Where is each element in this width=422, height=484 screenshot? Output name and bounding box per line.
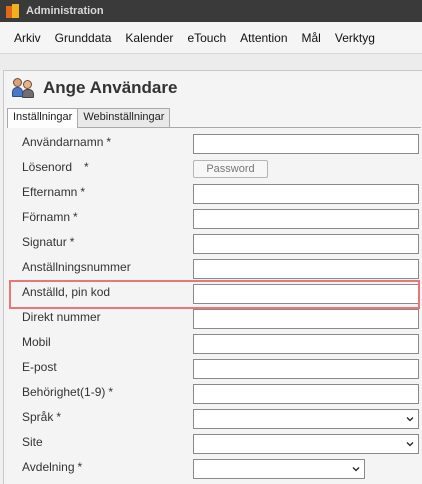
user-panel: Ange Användare Inställningar Webinställn… xyxy=(3,70,422,484)
form-row-behorighet: Behörighet(1-9) * xyxy=(7,382,422,407)
mobile-field[interactable] xyxy=(193,334,419,354)
form-row-anstallningsnummer: Anställningsnummer xyxy=(7,257,422,282)
site-select[interactable] xyxy=(193,434,419,454)
toolbar-area xyxy=(0,54,422,70)
form-row-mobil: Mobil xyxy=(7,332,422,357)
form-row-signatur: Signatur * xyxy=(7,232,422,257)
users-icon xyxy=(12,77,36,98)
field-label: Direkt nummer xyxy=(22,310,101,324)
app-logo-icon xyxy=(6,4,20,18)
form-row-epost: E-post xyxy=(7,357,422,382)
menu-item-verktyg[interactable]: Verktyg xyxy=(328,31,382,45)
field-label: Användarnamn * xyxy=(22,135,112,149)
username-field[interactable] xyxy=(193,134,419,154)
form-row-sprak: Språk * xyxy=(7,407,422,432)
field-label: E-post xyxy=(22,360,57,374)
form-row-anvandarnamn: Användarnamn * xyxy=(7,132,422,157)
email-field[interactable] xyxy=(193,359,419,379)
permission-level-field[interactable] xyxy=(193,384,419,404)
field-label: Språk * xyxy=(22,410,62,424)
menu-item-grunddata[interactable]: Grunddata xyxy=(48,31,119,45)
field-label: Behörighet(1-9) * xyxy=(22,385,114,399)
form-row-fornamn: Förnamn * xyxy=(7,207,422,232)
form-row-efternamn: Efternamn * xyxy=(7,182,422,207)
form-row-site: Site xyxy=(7,432,422,457)
field-label: Efternamn * xyxy=(22,185,86,199)
menu-item-attention[interactable]: Attention xyxy=(233,31,294,45)
field-label: Mobil xyxy=(22,335,51,349)
password-button[interactable]: Password xyxy=(193,160,268,178)
menu-item-etouch[interactable]: eTouch xyxy=(180,31,233,45)
last-name-field[interactable] xyxy=(193,184,419,204)
field-label: Lösenord * xyxy=(22,160,89,174)
employee-pin-field[interactable] xyxy=(193,284,419,304)
form-row-pin-kod: Anställd, pin kod xyxy=(7,282,422,307)
tab-content: Användarnamn * Lösenord * Password Efterna… xyxy=(7,127,421,484)
field-label: Anställningsnummer xyxy=(22,260,131,274)
first-name-field[interactable] xyxy=(193,209,419,229)
panel-title: Ange Användare xyxy=(43,77,178,97)
field-label: Anställd, pin kod xyxy=(22,285,111,299)
employee-number-field[interactable] xyxy=(193,259,419,279)
field-label: Site xyxy=(22,435,43,449)
form-row-losenord: Lösenord * Password xyxy=(7,157,422,182)
panel-header: Ange Användare xyxy=(4,71,422,104)
department-select[interactable] xyxy=(193,459,365,479)
tab-installningar[interactable]: Inställningar xyxy=(7,108,79,128)
field-label: Förnamn * xyxy=(22,210,78,224)
chevron-down-icon xyxy=(352,467,360,472)
window-title: Administration xyxy=(26,5,104,17)
menu-item-arkiv[interactable]: Arkiv xyxy=(7,31,48,45)
tab-strip: Inställningar Webinställningar xyxy=(7,108,171,128)
tab-webinstallningar[interactable]: Webinställningar xyxy=(77,108,171,127)
chevron-down-icon xyxy=(406,417,414,422)
menu-bar: Arkiv Grunddata Kalender eTouch Attentio… xyxy=(0,22,422,54)
form-row-avdelning: Avdelning * xyxy=(7,457,422,482)
direct-number-field[interactable] xyxy=(193,309,419,329)
signature-field[interactable] xyxy=(193,234,419,254)
form-row-direkt-nummer: Direkt nummer xyxy=(7,307,422,332)
field-label: Avdelning * xyxy=(22,460,83,474)
field-label: Signatur * xyxy=(22,235,75,249)
language-select[interactable] xyxy=(193,409,419,429)
menu-item-kalender[interactable]: Kalender xyxy=(118,31,180,45)
chevron-down-icon xyxy=(406,442,414,447)
title-bar: Administration xyxy=(0,0,422,22)
menu-item-mal[interactable]: Mål xyxy=(295,31,328,45)
